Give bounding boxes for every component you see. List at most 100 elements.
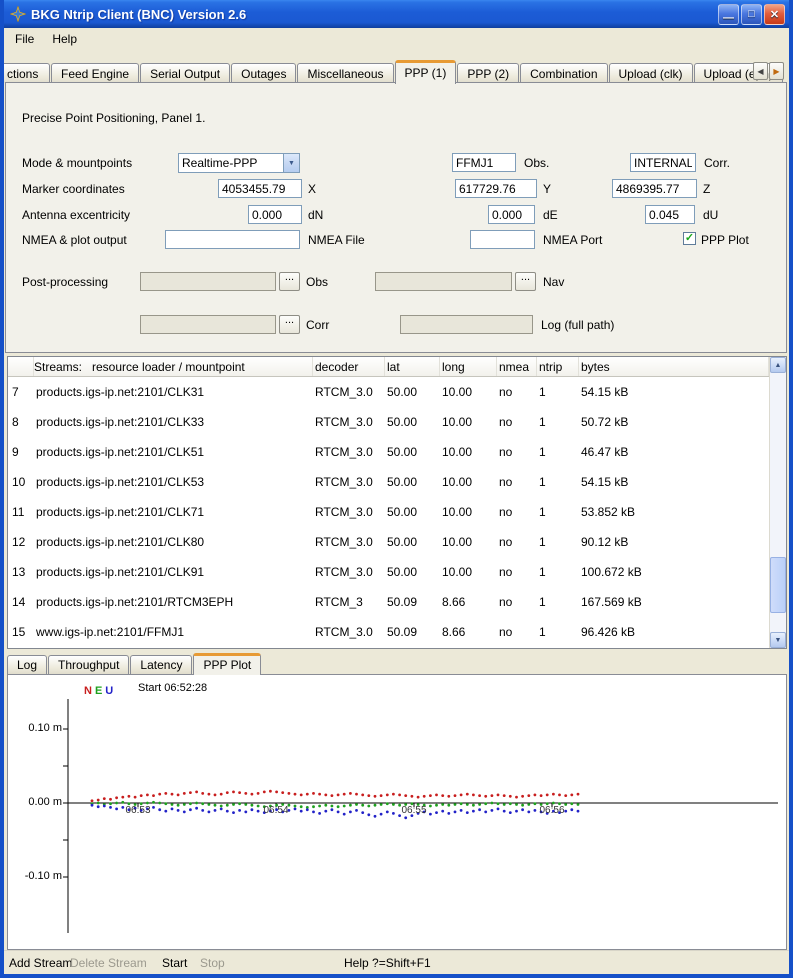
tab[interactable]: Serial Output xyxy=(140,63,230,83)
ppp-plot-checkbox[interactable]: ✓ xyxy=(683,232,696,245)
bottom-tab[interactable]: Latency xyxy=(130,655,192,674)
mode-combobox[interactable]: Realtime-PPP ▼ xyxy=(178,153,300,173)
row-lat: 50.00 xyxy=(385,535,440,549)
row-long: 10.00 xyxy=(440,385,497,399)
menu-item[interactable]: Help xyxy=(43,29,86,49)
minimize-button[interactable]: — xyxy=(718,4,739,25)
maximize-button[interactable]: □ xyxy=(741,4,762,25)
tab[interactable]: PPP (1) xyxy=(395,60,457,84)
ppp-plot-checkbox-label: PPP Plot xyxy=(701,233,749,247)
table-row[interactable]: 12 products.igs-ip.net:2101/CLK80 RTCM_3… xyxy=(8,527,769,557)
row-nmea: no xyxy=(497,505,537,519)
browse-nav-button[interactable]: ... xyxy=(515,272,536,291)
table-body: 7 products.igs-ip.net:2101/CLK31 RTCM_3.… xyxy=(8,377,769,648)
tab[interactable]: PPP (2) xyxy=(457,63,519,83)
post-processing-label: Post-processing xyxy=(22,275,108,289)
table-scrollbar[interactable]: ▲ ▼ xyxy=(769,357,786,648)
row-ntrip: 1 xyxy=(537,565,579,579)
tab-scroll-left-button[interactable]: ◀ xyxy=(753,62,768,80)
tab-scroll-right-button[interactable]: ▶ xyxy=(769,62,784,80)
scrollbar-thumb[interactable] xyxy=(770,557,786,613)
corr-mountpoint-field[interactable] xyxy=(630,153,696,172)
app-window: BKG Ntrip Client (BNC) Version 2.6 — □ ✕… xyxy=(0,0,793,978)
row-lat: 50.00 xyxy=(385,475,440,489)
bottom-tabbar: LogThroughputLatencyPPP Plot xyxy=(7,652,262,674)
bottom-tab[interactable]: Log xyxy=(7,655,47,674)
row-mountpoint: www.igs-ip.net:2101/FFMJ1 xyxy=(34,625,313,639)
tab-scroll-buttons: ◀ ▶ xyxy=(753,62,784,80)
browse-obs-button[interactable]: ... xyxy=(279,272,300,291)
marker-x-label: X xyxy=(308,182,316,196)
tab[interactable]: Feed Engine xyxy=(51,63,139,83)
tab[interactable]: Miscellaneous xyxy=(297,63,393,83)
menu-item[interactable]: File xyxy=(6,29,43,49)
row-lat: 50.09 xyxy=(385,595,440,609)
stop-button[interactable]: Stop xyxy=(200,956,225,970)
postproc-nav-field xyxy=(375,272,512,291)
row-nmea: no xyxy=(497,415,537,429)
browse-corr-button[interactable]: ... xyxy=(279,315,300,334)
menubar: FileHelp xyxy=(4,28,789,50)
col-long: long xyxy=(440,357,497,376)
delete-stream-button[interactable]: Delete Stream xyxy=(70,956,147,970)
marker-z-field[interactable] xyxy=(612,179,697,198)
row-bytes: 54.15 kB xyxy=(579,385,769,399)
row-ntrip: 1 xyxy=(537,475,579,489)
table-row[interactable]: 11 products.igs-ip.net:2101/CLK71 RTCM_3… xyxy=(8,497,769,527)
nmea-file-field[interactable] xyxy=(165,230,300,249)
scroll-down-button[interactable]: ▼ xyxy=(770,632,786,648)
col-streams: Streams: resource loader / mountpoint xyxy=(34,357,313,376)
row-decoder: RTCM_3.0 xyxy=(313,505,385,519)
table-row[interactable]: 13 products.igs-ip.net:2101/CLK91 RTCM_3… xyxy=(8,557,769,587)
panel-title: Precise Point Positioning, Panel 1. xyxy=(22,111,205,125)
marker-y-field[interactable] xyxy=(455,179,537,198)
table-row[interactable]: 7 products.igs-ip.net:2101/CLK31 RTCM_3.… xyxy=(8,377,769,407)
col-number xyxy=(8,357,34,376)
dn-label: dN xyxy=(308,208,323,222)
table-row[interactable]: 10 products.igs-ip.net:2101/CLK53 RTCM_3… xyxy=(8,467,769,497)
table-row[interactable]: 15 www.igs-ip.net:2101/FFMJ1 RTCM_3.0 50… xyxy=(8,617,769,647)
row-ntrip: 1 xyxy=(537,445,579,459)
table-row[interactable]: 14 products.igs-ip.net:2101/RTCM3EPH RTC… xyxy=(8,587,769,617)
checkmark-icon: ✓ xyxy=(685,233,694,244)
table-row[interactable]: 8 products.igs-ip.net:2101/CLK33 RTCM_3.… xyxy=(8,407,769,437)
row-long: 10.00 xyxy=(440,475,497,489)
bottom-tab[interactable]: Throughput xyxy=(48,655,129,674)
table-row[interactable]: 9 products.igs-ip.net:2101/CLK51 RTCM_3.… xyxy=(8,437,769,467)
chevron-down-icon[interactable]: ▼ xyxy=(283,154,299,172)
du-field[interactable] xyxy=(645,205,695,224)
tab[interactable]: ctions xyxy=(4,63,50,83)
start-button[interactable]: Start xyxy=(162,956,187,970)
row-bytes: 100.672 kB xyxy=(579,565,769,579)
up-arrow-icon: ▲ xyxy=(775,362,782,369)
postproc-obs-field xyxy=(140,272,276,291)
postproc-log-label: Log (full path) xyxy=(541,318,614,332)
scroll-up-button[interactable]: ▲ xyxy=(770,357,786,373)
down-arrow-icon: ▼ xyxy=(775,637,782,644)
legend-item: N xyxy=(84,685,92,697)
marker-y-label: Y xyxy=(543,182,551,196)
tab[interactable]: Combination xyxy=(520,63,607,83)
de-field[interactable] xyxy=(488,205,535,224)
row-number: 8 xyxy=(8,415,34,429)
add-stream-button[interactable]: Add Stream xyxy=(9,956,72,970)
de-label: dE xyxy=(543,208,558,222)
dn-field[interactable] xyxy=(248,205,302,224)
row-bytes: 96.426 kB xyxy=(579,625,769,639)
marker-x-field[interactable] xyxy=(218,179,302,198)
row-mountpoint: products.igs-ip.net:2101/CLK31 xyxy=(34,385,313,399)
close-button[interactable]: ✕ xyxy=(764,4,785,25)
nmea-port-field[interactable] xyxy=(470,230,535,249)
tab[interactable]: Upload (clk) xyxy=(609,63,693,83)
row-decoder: RTCM_3.0 xyxy=(313,445,385,459)
row-ntrip: 1 xyxy=(537,415,579,429)
row-number: 12 xyxy=(8,535,34,549)
tab[interactable]: Outages xyxy=(231,63,296,83)
obs-mountpoint-field[interactable] xyxy=(452,153,516,172)
antenna-excentricity-label: Antenna excentricity xyxy=(22,208,130,222)
bottom-tab[interactable]: PPP Plot xyxy=(193,653,261,675)
plot-start-time: Start 06:52:28 xyxy=(138,682,207,694)
col-nmea: nmea xyxy=(497,357,537,376)
row-ntrip: 1 xyxy=(537,535,579,549)
tabbar: ctionsFeed EngineSerial OutputOutagesMis… xyxy=(4,59,789,83)
